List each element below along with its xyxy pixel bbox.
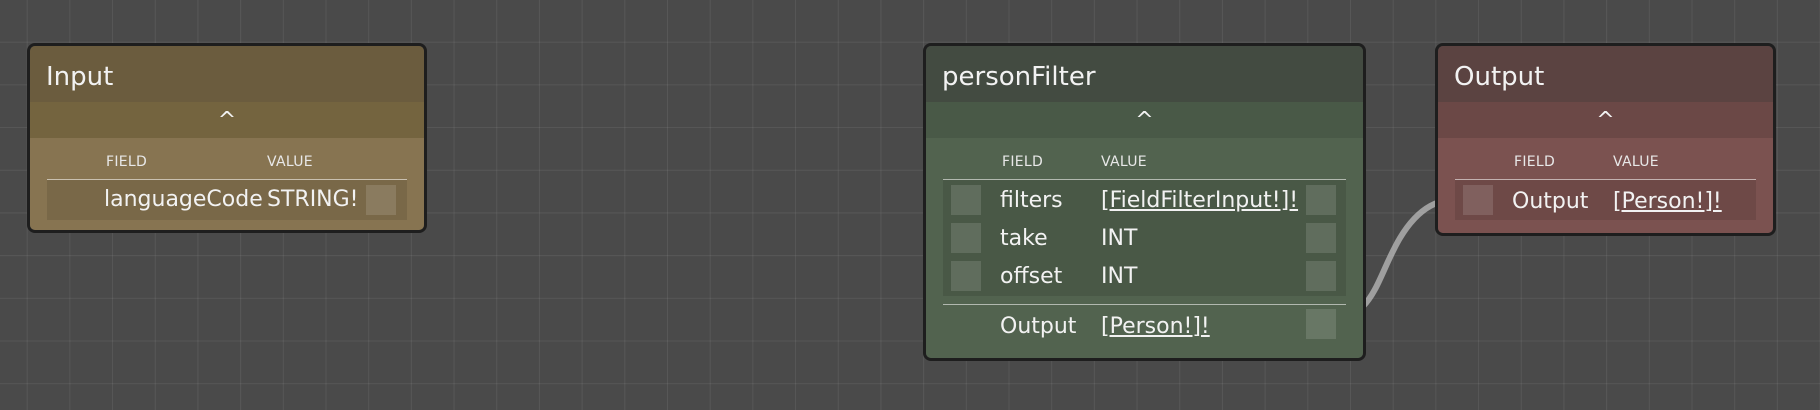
node-title: Input xyxy=(30,46,424,102)
input-node[interactable]: Input ^ FIELD VALUE languageCode STRING! xyxy=(27,43,427,233)
output-node[interactable]: Output ^ FIELD VALUE Output [Person!]! xyxy=(1435,43,1776,236)
output-port[interactable] xyxy=(1306,185,1336,215)
field-type: STRING! xyxy=(267,187,359,212)
field-name: take xyxy=(1000,226,1048,251)
person-filter-node[interactable]: personFilter ^ FIELD VALUE filters [Fiel… xyxy=(923,43,1366,361)
collapse-toggle-icon[interactable]: ^ xyxy=(1438,102,1773,138)
collapse-toggle-icon[interactable]: ^ xyxy=(30,102,424,138)
graph-canvas[interactable]: Input ^ FIELD VALUE languageCode STRING!… xyxy=(0,0,1820,410)
field-column-header: FIELD xyxy=(106,154,148,170)
field-type: INT xyxy=(1101,226,1138,251)
input-port[interactable] xyxy=(951,261,981,291)
output-port[interactable] xyxy=(1306,223,1336,253)
input-port[interactable] xyxy=(1463,185,1493,215)
output-port[interactable] xyxy=(1306,261,1336,291)
output-port[interactable] xyxy=(1306,309,1336,339)
output-divider xyxy=(943,304,1346,305)
input-port[interactable] xyxy=(951,185,981,215)
field-column-header: FIELD xyxy=(1514,154,1556,170)
field-name: languageCode xyxy=(104,187,263,212)
field-type-link[interactable]: [Person!]! xyxy=(1613,189,1722,215)
field-type-link[interactable]: [FieldFilterInput!]! xyxy=(1101,188,1298,214)
value-column-header: VALUE xyxy=(267,154,313,170)
node-title: Output xyxy=(1438,46,1773,102)
node-body: FIELD VALUE languageCode STRING! xyxy=(30,138,424,230)
input-port[interactable] xyxy=(951,223,981,253)
field-name: filters xyxy=(1000,188,1063,213)
field-column-header: FIELD xyxy=(1002,154,1044,170)
field-type: INT xyxy=(1101,264,1138,289)
node-body: FIELD VALUE Output [Person!]! xyxy=(1438,138,1773,233)
value-column-header: VALUE xyxy=(1101,154,1147,170)
output-type-link[interactable]: [Person!]! xyxy=(1101,314,1210,340)
output-label: Output xyxy=(1000,314,1077,339)
field-name: offset xyxy=(1000,264,1063,289)
collapse-toggle-icon[interactable]: ^ xyxy=(926,102,1363,138)
output-port[interactable] xyxy=(366,185,396,215)
node-title: personFilter xyxy=(926,46,1363,102)
node-body: FIELD VALUE filters [FieldFilterInput!]!… xyxy=(926,138,1363,358)
value-column-header: VALUE xyxy=(1613,154,1659,170)
field-name: Output xyxy=(1512,189,1589,214)
